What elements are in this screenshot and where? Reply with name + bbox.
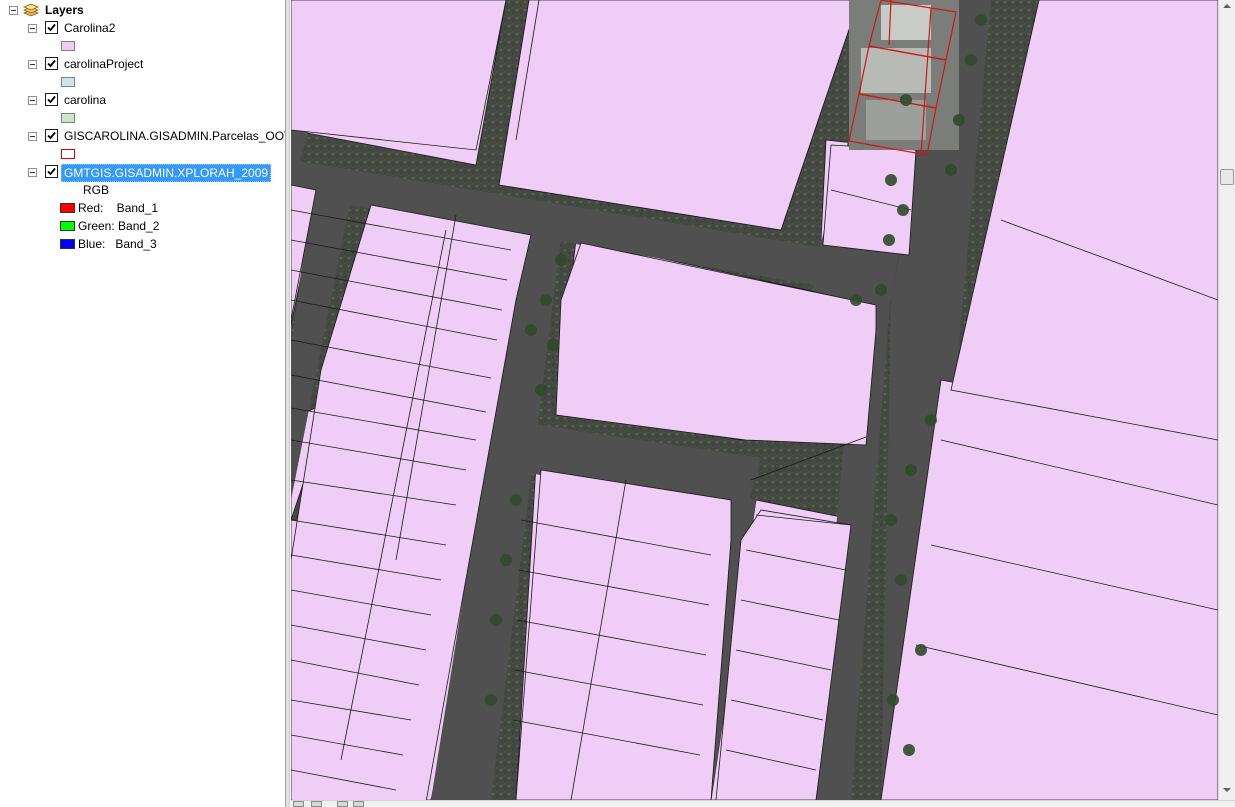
tree (850, 294, 862, 306)
layer-visibility-checkbox[interactable] (45, 57, 58, 70)
parcel (291, 0, 507, 151)
refresh-icon[interactable] (337, 801, 348, 807)
tree (883, 234, 895, 246)
band-label: Green: Band_2 (78, 219, 160, 233)
layer-name: carolinaProject (64, 57, 144, 71)
checkmark-icon (47, 131, 56, 140)
layers-stack-icon (22, 2, 40, 22)
map-canvas (291, 0, 1218, 800)
tree (510, 494, 522, 506)
map-status-toolbar (291, 800, 1235, 807)
layer-name: GISCAROLINA.GISADMIN.Parcelas_OOT (64, 129, 285, 143)
tree (897, 204, 909, 216)
collapse-icon[interactable] (9, 6, 18, 15)
checkmark-icon (47, 23, 56, 32)
renderer-label: RGB (83, 183, 110, 197)
parcels-foreground (291, 0, 1218, 800)
tree (547, 339, 559, 351)
tree (540, 294, 552, 306)
band-color-swatch (60, 221, 75, 231)
tree (525, 324, 537, 336)
layer-name: Carolina2 (64, 21, 116, 35)
layer-visibility-checkbox[interactable] (45, 165, 58, 178)
tree (895, 574, 907, 586)
layer-row-carolinaproject[interactable]: carolinaProject (0, 56, 285, 72)
tree (885, 174, 897, 186)
band-color-swatch (60, 239, 75, 249)
collapse-icon[interactable] (28, 168, 37, 177)
layer-symbol-swatch[interactable] (61, 41, 75, 51)
toc-root-layers[interactable]: Layers (0, 2, 285, 18)
pause-icon[interactable] (353, 801, 364, 807)
panel-splitter[interactable] (285, 0, 290, 807)
layer-name: GMTGIS.GISADMIN.XPLORAH_2009 (61, 164, 272, 182)
layout-view-button[interactable] (311, 801, 322, 807)
band-blue-legend: Blue: Band_3 (60, 236, 260, 252)
band-green-legend: Green: Band_2 (60, 218, 260, 234)
map-display[interactable] (291, 0, 1218, 800)
tree (905, 464, 917, 476)
data-view-button[interactable] (293, 801, 304, 807)
tree (965, 54, 977, 66)
collapse-icon[interactable] (28, 132, 37, 141)
layer-symbol-swatch[interactable] (61, 149, 75, 159)
scroll-down-arrow-icon[interactable] (1223, 788, 1231, 792)
tree (903, 744, 915, 756)
rooftop (861, 48, 931, 93)
rooftop (866, 100, 926, 140)
band-red-legend: Red: Band_1 (60, 200, 260, 216)
tree (900, 94, 912, 106)
tree (885, 514, 897, 526)
layer-visibility-checkbox[interactable] (45, 129, 58, 142)
toc-root-label: Layers (45, 3, 84, 17)
collapse-icon[interactable] (28, 24, 37, 33)
vertical-scrollbar[interactable] (1218, 0, 1235, 800)
tree (975, 14, 987, 26)
layer-symbol-swatch[interactable] (61, 77, 75, 87)
tree (875, 284, 887, 296)
tree (500, 554, 512, 566)
layer-visibility-checkbox[interactable] (45, 21, 58, 34)
layer-row-xplorah-2009[interactable]: GMTGIS.GISADMIN.XPLORAH_2009 (0, 164, 285, 182)
tree (915, 644, 927, 656)
rooftop (881, 5, 931, 40)
table-of-contents: Layers Carolina2 carolinaProject carolin… (0, 0, 285, 807)
collapse-icon[interactable] (28, 60, 37, 69)
tree (555, 254, 567, 266)
tree (945, 164, 957, 176)
parcel (515, 469, 732, 800)
collapse-icon[interactable] (28, 96, 37, 105)
layer-row-carolina2[interactable]: Carolina2 (0, 20, 285, 36)
tree (485, 694, 497, 706)
scroll-up-arrow-icon[interactable] (1223, 4, 1231, 8)
tree (953, 114, 965, 126)
checkmark-icon (47, 167, 56, 176)
layer-row-carolina[interactable]: carolina (0, 92, 285, 108)
layer-visibility-checkbox[interactable] (45, 93, 58, 106)
layer-name: carolina (64, 93, 107, 107)
tree (535, 384, 547, 396)
tree (925, 414, 937, 426)
layer-symbol-swatch[interactable] (61, 113, 75, 123)
checkmark-icon (47, 59, 56, 68)
band-label: Blue: Band_3 (78, 237, 157, 251)
band-label: Red: Band_1 (78, 201, 159, 215)
tree (887, 694, 899, 706)
tree (490, 614, 502, 626)
band-color-swatch (60, 203, 75, 213)
checkmark-icon (47, 95, 56, 104)
layer-row-parcelas-oot[interactable]: GISCAROLINA.GISADMIN.Parcelas_OOT (0, 128, 285, 144)
vertical-scroll-thumb[interactable] (1220, 169, 1234, 185)
